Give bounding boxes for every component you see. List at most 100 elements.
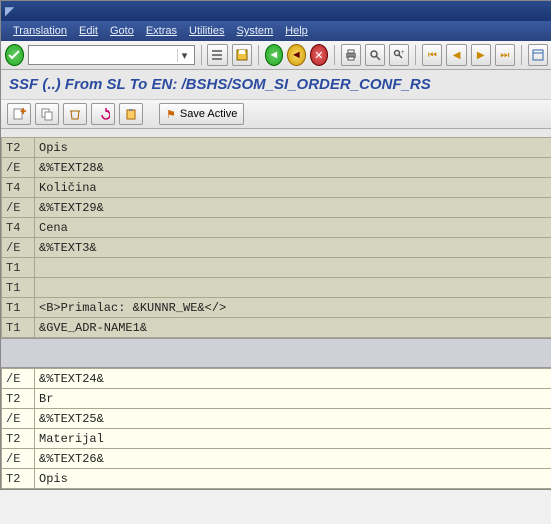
check-icon [7,48,21,62]
menu-goto[interactable]: Goto [106,25,138,37]
row-key[interactable]: T1 [2,318,35,338]
menu-extras[interactable]: Extras [142,25,181,37]
source-grid[interactable]: T2Opis/E&%TEXT28&T4Količina/E&%TEXT29&T4… [1,137,551,338]
row-key[interactable]: /E [2,449,35,469]
table-row[interactable]: T2Opis [2,469,551,489]
save-active-button[interactable]: ⚑ Save Active [159,103,244,125]
table-row[interactable]: T4Cena [2,218,551,238]
first-button[interactable]: ⏮ [422,44,442,66]
row-value[interactable]: &%TEXT28& [35,158,551,178]
next-icon: ▶ [477,50,485,61]
table-row[interactable]: T1 [2,258,551,278]
row-value[interactable]: Br [35,389,551,409]
flag-icon: ⚑ [166,108,176,121]
command-dropdown-icon[interactable]: ▾ [177,49,192,62]
back-icon: ◄ [268,49,279,61]
prev-button[interactable]: ◀ [446,44,466,66]
row-key[interactable]: T2 [2,429,35,449]
row-value[interactable]: &%TEXT24& [35,369,551,389]
table-row[interactable]: /E&%TEXT28& [2,158,551,178]
find-icon [368,48,382,62]
table-row[interactable]: T1<B>Primalac: &KUNNR_WE&</> [2,298,551,318]
table-row[interactable]: T2Materijal [2,429,551,449]
exit-icon: ◄ [291,49,302,61]
row-value[interactable]: <B>Primalac: &KUNNR_WE&</> [35,298,551,318]
save-button[interactable] [232,44,252,66]
row-key[interactable]: /E [2,198,35,218]
row-key[interactable]: /E [2,158,35,178]
row-key[interactable]: /E [2,409,35,429]
table-row[interactable]: T2Br [2,389,551,409]
row-value[interactable]: Cena [35,218,551,238]
row-value[interactable]: Opis [35,469,551,489]
list-icon [210,48,224,62]
menu-system[interactable]: System [232,25,277,37]
row-value[interactable]: Materijal [35,429,551,449]
save-active-label: Save Active [180,108,237,120]
paste-button[interactable] [119,103,143,125]
undo-button[interactable] [91,103,115,125]
menu-help[interactable]: Help [281,25,312,37]
table-row[interactable]: T1 [2,278,551,298]
row-key[interactable]: T2 [2,389,35,409]
row-key[interactable]: T2 [2,469,35,489]
row-key[interactable]: T4 [2,178,35,198]
last-icon: ⏭ [500,50,509,61]
row-value[interactable]: &%TEXT26& [35,449,551,469]
row-value[interactable] [35,258,551,278]
separator [521,45,522,65]
table-row[interactable]: T1&GVE_ADR-NAME1& [2,318,551,338]
last-button[interactable]: ⏭ [495,44,515,66]
table-row[interactable]: /E&%TEXT3& [2,238,551,258]
row-key[interactable]: T1 [2,278,35,298]
layout-button[interactable] [528,44,548,66]
menu-translation[interactable]: Translation [9,25,71,37]
command-input[interactable] [31,48,177,62]
row-key[interactable]: T1 [2,298,35,318]
page-title: SSF (..) From SL To EN: /BSHS/SOM_SI_ORD… [1,70,551,100]
row-value[interactable]: &%TEXT3& [35,238,551,258]
table-row[interactable]: /E&%TEXT25& [2,409,551,429]
layout-icon [531,48,545,62]
first-icon: ⏮ [428,50,437,61]
cancel-button[interactable]: ✕ [310,44,329,66]
find-button[interactable] [365,44,385,66]
row-value[interactable]: &%TEXT25& [35,409,551,429]
row-key[interactable]: /E [2,369,35,389]
row-value[interactable]: Količina [35,178,551,198]
row-key[interactable]: /E [2,238,35,258]
svg-text:+: + [401,50,405,56]
delete-button[interactable] [63,103,87,125]
target-grid[interactable]: /E&%TEXT24&T2Br/E&%TEXT25&T2Materijal/E&… [1,368,551,489]
ok-button[interactable] [5,44,24,66]
back-button[interactable]: ◄ [265,44,284,66]
gap [1,129,551,137]
print-button[interactable] [341,44,361,66]
separator [258,45,259,65]
command-field[interactable]: ▾ [28,45,195,65]
row-value[interactable]: &GVE_ADR-NAME1& [35,318,551,338]
row-key[interactable]: T2 [2,138,35,158]
exit-button[interactable]: ◄ [287,44,306,66]
row-value[interactable]: &%TEXT29& [35,198,551,218]
table-row[interactable]: /E&%TEXT29& [2,198,551,218]
paste-icon [124,107,138,121]
row-key[interactable]: T4 [2,218,35,238]
table-row[interactable]: /E&%TEXT24& [2,369,551,389]
table-row[interactable]: T2Opis [2,138,551,158]
row-key[interactable]: T1 [2,258,35,278]
grid-separator [1,338,551,368]
row-value[interactable]: Opis [35,138,551,158]
row-value[interactable] [35,278,551,298]
copy-button[interactable] [35,103,59,125]
separator [201,45,202,65]
list-button[interactable] [207,44,227,66]
table-row[interactable]: /E&%TEXT26& [2,449,551,469]
next-button[interactable]: ▶ [471,44,491,66]
menu-utilities[interactable]: Utilities [185,25,228,37]
copy-icon [40,107,54,121]
create-button[interactable]: ✚ [7,103,31,125]
menu-edit[interactable]: Edit [75,25,102,37]
table-row[interactable]: T4Količina [2,178,551,198]
find-next-button[interactable]: + [389,44,409,66]
